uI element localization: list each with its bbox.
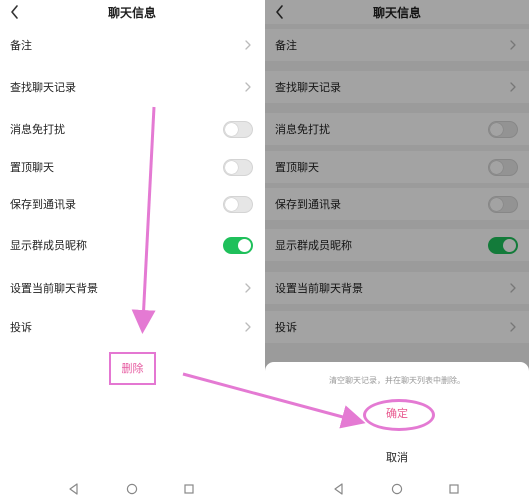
cancel-button[interactable]: 取消 [369,446,425,470]
page-title: 聊天信息 [107,6,156,20]
right-screen: 聊天信息 备注 查找聊天记录 消息免打扰 置顶聊天 保存到通讯录 显示群成员昵称 设置当前聊… [265,0,529,500]
chevron-right-icon [245,82,251,92]
settings-row[interactable]: 查找聊天记录 [0,71,264,103]
toggle-switch[interactable] [223,121,253,138]
nav-recent-icon[interactable] [182,482,196,496]
settings-row[interactable]: 投诉 [0,311,264,343]
chevron-right-icon [245,283,251,293]
left-screen: 聊天信息 备注查找聊天记录 消息免打扰置顶聊天保存到通讯录 显示群成员昵称 设置当前聊… [0,0,264,500]
chevron-right-icon [245,40,251,50]
system-nav-bar [265,478,529,500]
nav-recent-icon[interactable] [447,482,461,496]
sheet-message: 清空聊天记录，并在聊天列表中删除。 [329,376,465,385]
delete-button[interactable]: 删除 [109,352,156,385]
toggle-knob [225,123,238,136]
nav-home-icon[interactable] [390,482,404,496]
settings-row-label: 设置当前聊天背景 [10,282,98,295]
annotation-circle [363,399,435,431]
settings-row-label: 备注 [10,39,32,52]
settings-row-label: 保存到通讯录 [10,198,76,211]
settings-row[interactable]: 保存到通讯录 [0,188,264,220]
nav-back-icon[interactable] [332,482,346,496]
settings-row-label: 投诉 [10,321,32,334]
toggle-knob [225,198,238,211]
nav-home-icon[interactable] [125,482,139,496]
settings-row-label: 查找聊天记录 [10,81,76,94]
settings-row[interactable]: 置顶聊天 [0,151,264,183]
settings-row[interactable]: 显示群成员昵称 [0,229,264,261]
toggle-switch[interactable] [223,237,253,254]
toggle-switch[interactable] [223,196,253,213]
toggle-knob [238,239,251,252]
confirm-sheet: 清空聊天记录，并在聊天列表中删除。 确定 取消 [265,362,529,478]
chevron-right-icon [245,322,251,332]
toggle-switch[interactable] [223,159,253,176]
top-bar: 聊天信息 [0,0,264,24]
settings-row-label: 显示群成员昵称 [10,239,87,252]
settings-row-label: 消息免打扰 [10,123,65,136]
system-nav-bar [0,478,264,500]
settings-row[interactable]: 备注 [0,29,264,61]
settings-row-label: 置顶聊天 [10,161,54,174]
settings-row[interactable]: 消息免打扰 [0,113,264,145]
toggle-knob [225,161,238,174]
settings-row[interactable]: 设置当前聊天背景 [0,272,264,304]
nav-back-icon[interactable] [67,482,81,496]
